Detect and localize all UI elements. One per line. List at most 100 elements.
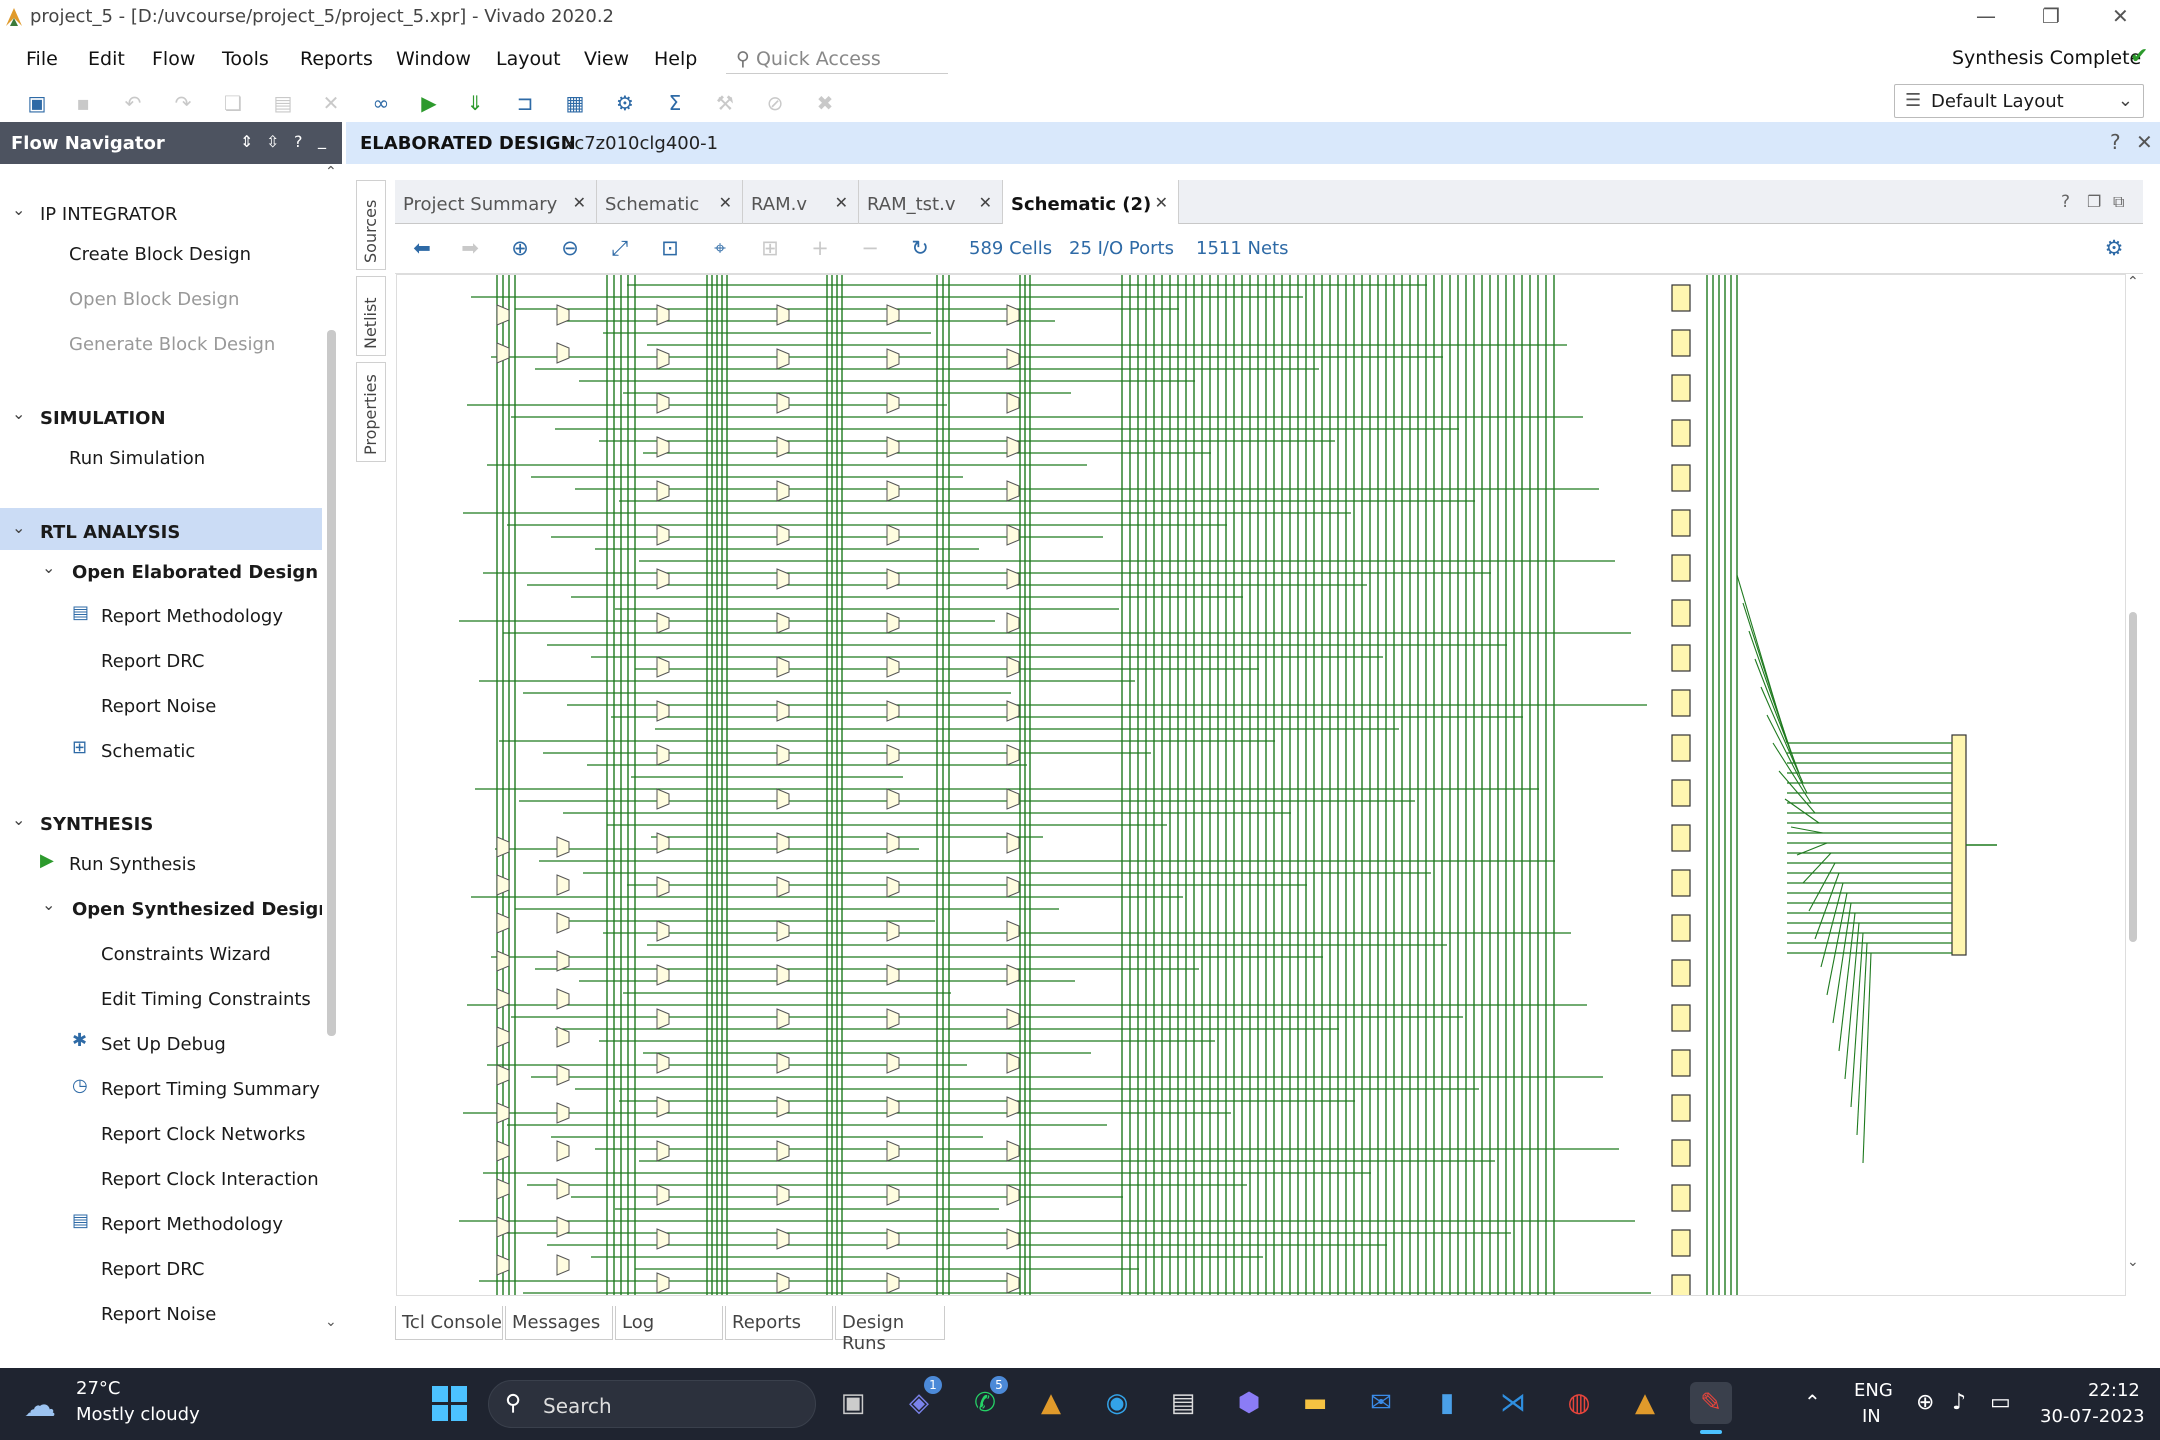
restore-button[interactable]: ❐	[2042, 4, 2060, 28]
windows-start-icon[interactable]	[432, 1386, 468, 1422]
menu-edit[interactable]: Edit	[88, 48, 125, 70]
tab-reports[interactable]: Reports	[725, 1306, 833, 1340]
open-project-icon[interactable]: ▣	[24, 90, 50, 116]
collapse-icon[interactable]: −	[857, 236, 883, 260]
edge-icon[interactable]: ◉	[1096, 1382, 1138, 1424]
chevron-down-icon[interactable]: ⌄	[325, 1314, 337, 1330]
nav-report-clock-interaction[interactable]: Report Clock Interaction	[101, 1169, 319, 1190]
chevron-down-icon[interactable]: ⌄	[12, 404, 25, 423]
chevron-down-icon[interactable]: ⌄	[12, 810, 25, 829]
chevron-down-icon[interactable]: ⌄	[42, 558, 55, 577]
help-icon[interactable]: ?	[2110, 130, 2121, 154]
vivado-hls-icon[interactable]: ▲	[1624, 1382, 1666, 1424]
gear-icon[interactable]: ⚙	[2101, 236, 2127, 260]
nav-generate-block-design[interactable]: Generate Block Design	[69, 334, 275, 355]
restore-panel-icon[interactable]: ❐	[2087, 192, 2101, 211]
close-icon[interactable]: ✕	[573, 193, 586, 212]
language-code[interactable]: ENG	[1854, 1380, 1893, 1401]
menu-file[interactable]: File	[26, 48, 58, 70]
copilot-icon[interactable]: ⬢	[1228, 1382, 1270, 1424]
nav-edit-timing-constraints[interactable]: Edit Timing Constraints	[101, 989, 311, 1010]
delete-icon[interactable]: ✕	[318, 90, 344, 116]
nav-create-block-design[interactable]: Create Block Design	[69, 244, 251, 265]
battery-icon[interactable]: ▭	[1990, 1390, 2011, 1415]
tab-tcl-console[interactable]: Tcl Console	[395, 1306, 503, 1340]
navigator-scroll-thumb[interactable]	[327, 330, 336, 1036]
tab-design-runs[interactable]: Design Runs	[835, 1306, 945, 1354]
schematic-scroll-thumb[interactable]	[2129, 612, 2137, 942]
nav-report-noise-rtl[interactable]: Report Noise	[101, 696, 216, 717]
cancel-icon[interactable]: ✖	[812, 90, 838, 116]
nav-schematic[interactable]: Schematic	[101, 741, 195, 762]
close-icon[interactable]: ✕	[1155, 193, 1168, 212]
chevron-down-icon[interactable]: ⌄	[12, 518, 25, 537]
nav-report-clock-networks[interactable]: Report Clock Networks	[101, 1124, 306, 1145]
zoom-fit-icon[interactable]: ⤢	[607, 236, 633, 261]
zoom-out-icon[interactable]: ⊖	[557, 236, 583, 260]
maximize-panel-icon[interactable]: ⧉	[2113, 192, 2124, 212]
help-icon[interactable]: ?	[294, 132, 303, 151]
nav-run-simulation[interactable]: Run Simulation	[69, 448, 205, 469]
chevron-down-icon[interactable]: ⌄	[12, 200, 25, 219]
nav-report-noise-synth[interactable]: Report Noise	[101, 1304, 216, 1325]
sigma-icon[interactable]: Σ	[662, 90, 688, 116]
nav-report-drc-synth[interactable]: Report DRC	[101, 1259, 204, 1280]
undo-icon[interactable]: ↶	[120, 90, 146, 116]
nav-open-block-design[interactable]: Open Block Design	[69, 289, 239, 310]
nav-set-up-debug[interactable]: Set Up Debug	[101, 1034, 226, 1055]
taskbar-search-box[interactable]: ⚲ Search	[488, 1380, 816, 1428]
chevron-up-icon[interactable]: ⌃	[325, 164, 337, 180]
minimize-button[interactable]: —	[1976, 4, 1996, 28]
expand-all-icon[interactable]: ⇳	[266, 132, 279, 151]
chevron-up-icon[interactable]: ⌃	[1804, 1390, 1821, 1414]
tab-messages[interactable]: Messages	[505, 1306, 613, 1340]
download-bitstream-icon[interactable]: ⇓	[462, 90, 488, 116]
menu-help[interactable]: Help	[654, 48, 697, 70]
nav-report-methodology-rtl[interactable]: Report Methodology	[101, 606, 283, 627]
layout-select[interactable]: ☰ Default Layout ⌄	[1894, 84, 2144, 118]
task-view-icon[interactable]: ▣	[832, 1382, 874, 1424]
tab-sources[interactable]: Sources	[356, 180, 386, 270]
help-icon[interactable]: ?	[2061, 192, 2070, 212]
network-icon[interactable]: ⊕	[1916, 1390, 1934, 1415]
menu-reports[interactable]: Reports	[300, 48, 373, 70]
save-icon[interactable]: ▪	[70, 90, 96, 116]
cells-count[interactable]: 589 Cells	[969, 238, 1052, 259]
program-device-icon[interactable]: ⊐	[512, 90, 538, 116]
tab-project-summary[interactable]: Project Summary ✕	[395, 180, 597, 224]
forward-icon[interactable]: ➡	[457, 236, 483, 260]
section-simulation[interactable]: SIMULATION	[40, 408, 166, 429]
chrome-icon[interactable]: ◍	[1558, 1382, 1600, 1424]
file-explorer-icon[interactable]: ▬	[1294, 1382, 1336, 1424]
clock-time[interactable]: 22:12	[2088, 1380, 2140, 1401]
tab-ram-tst-v[interactable]: RAM_tst.v ✕	[859, 180, 1003, 224]
language-region[interactable]: IN	[1862, 1406, 1881, 1427]
chevron-down-icon[interactable]: ⌄	[2127, 1254, 2139, 1270]
nav-run-synthesis[interactable]: Run Synthesis	[69, 854, 196, 875]
nav-report-timing-summary[interactable]: Report Timing Summary	[101, 1079, 320, 1100]
tab-log[interactable]: Log	[615, 1306, 723, 1340]
nav-report-methodology-synth[interactable]: Report Methodology	[101, 1214, 283, 1235]
ip-icon[interactable]: ⊞	[757, 236, 783, 260]
chevron-down-icon[interactable]: ⌄	[42, 895, 55, 914]
probe-icon[interactable]: ⊘	[762, 90, 788, 116]
menu-window[interactable]: Window	[396, 48, 471, 70]
report-icon[interactable]: ▦	[562, 90, 588, 116]
tab-netlist[interactable]: Netlist	[356, 276, 386, 356]
volume-icon[interactable]: ♪	[1952, 1390, 1966, 1415]
run-icon[interactable]: ▶	[416, 90, 442, 116]
section-rtl-analysis[interactable]: RTL ANALYSIS	[40, 522, 180, 543]
mail-icon[interactable]: ✉	[1360, 1382, 1402, 1424]
menu-view[interactable]: View	[584, 48, 629, 70]
section-synthesis[interactable]: SYNTHESIS	[40, 814, 153, 835]
weather-icon[interactable]: ☁	[24, 1386, 56, 1424]
quick-access-input[interactable]: ⚲ Quick Access	[726, 40, 948, 74]
expand-icon[interactable]: +	[807, 236, 833, 260]
back-icon[interactable]: ⬅	[409, 236, 435, 260]
close-icon[interactable]: ✕	[979, 193, 992, 212]
nav-report-drc-rtl[interactable]: Report DRC	[101, 651, 204, 672]
collapse-all-icon[interactable]: ⇕	[240, 132, 253, 151]
tab-ram-v[interactable]: RAM.v ✕	[743, 180, 859, 224]
nav-open-elaborated-design[interactable]: Open Elaborated Design	[72, 562, 318, 583]
menu-layout[interactable]: Layout	[496, 48, 561, 70]
